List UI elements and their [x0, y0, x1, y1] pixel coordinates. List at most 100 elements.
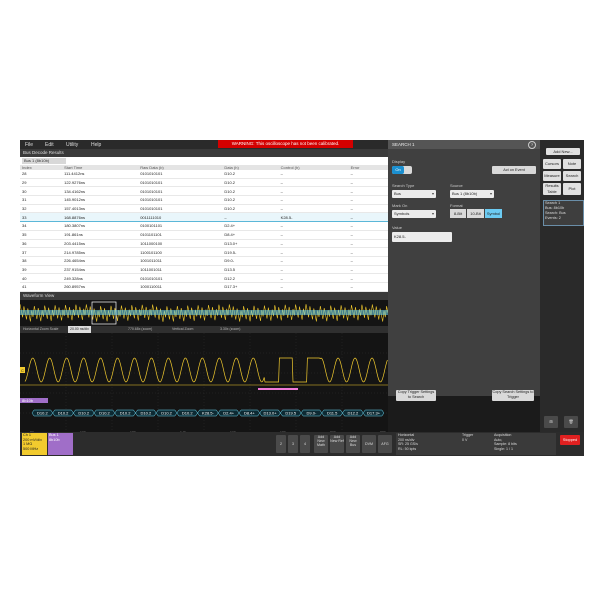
horizontal-zoom-scale-field[interactable]: 20.00 ns/div	[68, 326, 91, 333]
search-type-select[interactable]: Bus ▾	[392, 190, 436, 198]
format-10bit-button[interactable]: 10-Bit	[467, 209, 484, 218]
menu-help[interactable]: Help	[91, 142, 101, 148]
table-cell: –	[348, 239, 388, 249]
plot-button[interactable]: Plot	[563, 183, 581, 195]
channel-3-button[interactable]: 3	[288, 435, 298, 453]
menu-edit[interactable]: Edit	[45, 142, 54, 148]
table-cell: 35	[20, 230, 63, 240]
source-select[interactable]: Bus 1 (8b10b) ▾	[450, 190, 494, 198]
menu-utility[interactable]: Utility	[66, 142, 78, 148]
decode-panel-title: Bus Decode Results	[20, 149, 388, 157]
table-row[interactable]: 32 157.4013ns 0101010101 D10.2– –	[20, 204, 388, 214]
menu-file[interactable]: File	[25, 142, 33, 148]
table-row[interactable]: 40 249.328ns 0101010101 D12.2– –	[20, 273, 388, 283]
results-table-button[interactable]: Results Table	[543, 183, 561, 195]
source-value: Bus 1 (8b10b)	[452, 191, 478, 196]
format-8bit-button[interactable]: 8-Bit	[450, 209, 466, 218]
table-cell: 1000110011	[138, 282, 223, 292]
table-cell: D9.0-	[222, 256, 279, 266]
trash-icon[interactable]: 🗑	[564, 416, 578, 428]
table-cell: 29	[20, 178, 63, 188]
table-cell: 40	[20, 273, 63, 283]
ch1-badge[interactable]: Ch 1 200 mV/div 1 MΩ 500 MHz	[22, 433, 47, 455]
mark-on-select[interactable]: Symbols ▾	[392, 210, 436, 218]
bus-label: 8b10b	[22, 398, 34, 403]
bus-decode-row: D10.2 D10.2 D10.2 D10.2 D10.2 D10.2 D10.2 D10.2…	[31, 409, 385, 417]
table-cell: –	[348, 186, 388, 197]
help-icon[interactable]: ?	[528, 141, 536, 149]
table-cell: 37	[20, 247, 63, 257]
table-cell: 1011001011	[138, 265, 223, 275]
add-new-bus-button[interactable]: Add New Bus	[346, 435, 360, 453]
bottom-settings-bar: Ch 1 200 mV/div 1 MΩ 500 MHz Bus 1 8b10b…	[20, 432, 584, 456]
format-label: Format	[450, 203, 463, 208]
search-button[interactable]: Search	[563, 171, 581, 181]
run-stop-button[interactable]: Stopped	[560, 435, 580, 445]
format-symbol-button[interactable]: Symbol	[485, 209, 502, 218]
table-cell: D2.4+	[222, 221, 279, 231]
table-cell: D19.5-	[222, 247, 279, 257]
bus-symbol: D11.5	[327, 411, 338, 416]
add-new-button[interactable]: Add New...	[546, 148, 580, 155]
add-new-math-button[interactable]: Add New Math	[314, 435, 328, 453]
table-cell: D10.2	[222, 186, 279, 197]
table-row[interactable]: 34 180.3807ns 0100101101 D2.4+ – –	[20, 221, 388, 231]
bus-symbol: D10.2	[58, 411, 69, 416]
decode-bus-tab[interactable]: Bus 1 (8b10b)	[22, 158, 66, 164]
act-on-event-button[interactable]: Act on Event	[492, 166, 536, 174]
table-row[interactable]: 33 168.8876ns 0011111010– K28.5- –	[20, 212, 388, 223]
bus-symbol: D9.0-	[307, 411, 317, 416]
table-cell: D17.3+	[222, 282, 279, 292]
chevron-down-icon: ▾	[489, 191, 492, 196]
table-row[interactable]: 29 122.9276ns 0101010101 D10.2– –	[20, 178, 388, 188]
table-row[interactable]: 37 214.9785ns 1100101100 D19.5- – –	[20, 247, 388, 257]
search-1-badge[interactable]: Search 1 Bus: 8b10b Search: Bus Events: …	[543, 200, 584, 226]
table-cell: D12.2	[222, 273, 279, 283]
table-row[interactable]: 35 191.861ns 0101101101 D8.4+ – –	[20, 230, 388, 240]
afg-button[interactable]: AFG	[378, 435, 392, 453]
add-new-ref-button[interactable]: Add New Ref	[330, 435, 344, 453]
search-panel-header: SEARCH 1 ?	[388, 140, 540, 149]
zoomed-waveform-plot[interactable]: C D10.2 D10.2 D10.2 D10.2 D10.2 D10.2 D10.2 D10…	[20, 333, 388, 431]
table-cell: 39	[20, 265, 63, 275]
measure-button[interactable]: Measure	[543, 171, 561, 181]
acquisition-settings[interactable]: Acquisition Auto, Sample: 8 bits Single:…	[492, 433, 556, 455]
table-cell: 33	[20, 212, 63, 223]
table-cell: 157.4013ns	[62, 204, 139, 214]
table-row[interactable]: 39 237.9154ns 1011001011 D13.5– –	[20, 265, 388, 275]
bus1-badge[interactable]: Bus 1 8b10b	[48, 433, 73, 455]
trigger-settings[interactable]: Trigger 0 V	[460, 433, 492, 455]
table-cell: D10.2	[222, 178, 279, 188]
table-cell: –	[278, 265, 349, 275]
bus-symbol: D17.3+	[367, 411, 381, 416]
table-row[interactable]: 31 145.9012ns 0101010101 D10.2– –	[20, 195, 388, 205]
value-input[interactable]: K28.5-	[392, 232, 452, 242]
table-cell: 0100101101	[138, 221, 223, 231]
dvm-button[interactable]: DVM	[362, 435, 376, 453]
table-cell: 0101010101	[138, 186, 223, 197]
table-cell: –	[278, 186, 349, 197]
table-cell: 0101010101	[138, 178, 223, 188]
svg-text:C: C	[21, 368, 24, 373]
table-row[interactable]: 30 134.4162ns 0101010101 D10.2– –	[20, 186, 388, 197]
horizontal-settings[interactable]: Horizontal 200 ns/div SR: 25 GS/s RL: 50…	[396, 433, 460, 455]
zoom-icon[interactable]: ⊞	[544, 416, 558, 428]
copy-trigger-to-search-button[interactable]: Copy Trigger Settings to Search	[396, 390, 436, 401]
overview-waveform[interactable]	[20, 300, 388, 326]
bus-symbol: D8.4+	[244, 411, 255, 416]
channel-4-button[interactable]: 4	[300, 435, 310, 453]
table-row[interactable]: 36 203.4415ns 1011000100 D13.0+ – –	[20, 239, 388, 249]
source-label: Source	[450, 183, 463, 188]
table-row[interactable]: 38 226.4654ns 1001011011 D9.0- – –	[20, 256, 388, 266]
table-cell: –	[278, 247, 349, 257]
bus-symbol: D10.2	[37, 411, 48, 416]
copy-search-to-trigger-button[interactable]: Copy Search Settings to Trigger	[492, 390, 534, 401]
table-cell: –	[348, 247, 388, 257]
cursors-button[interactable]: Cursors	[543, 159, 561, 169]
table-cell: –	[348, 256, 388, 266]
display-toggle[interactable]: On	[392, 166, 412, 174]
note-button[interactable]: Note	[563, 159, 581, 169]
table-row[interactable]: 28 111.4412ns 0101010101 D10.2– –	[20, 170, 388, 179]
channel-2-button[interactable]: 2	[276, 435, 286, 453]
table-row[interactable]: 41 260.8957ns 1000110011 D17.3+ – –	[20, 282, 388, 292]
